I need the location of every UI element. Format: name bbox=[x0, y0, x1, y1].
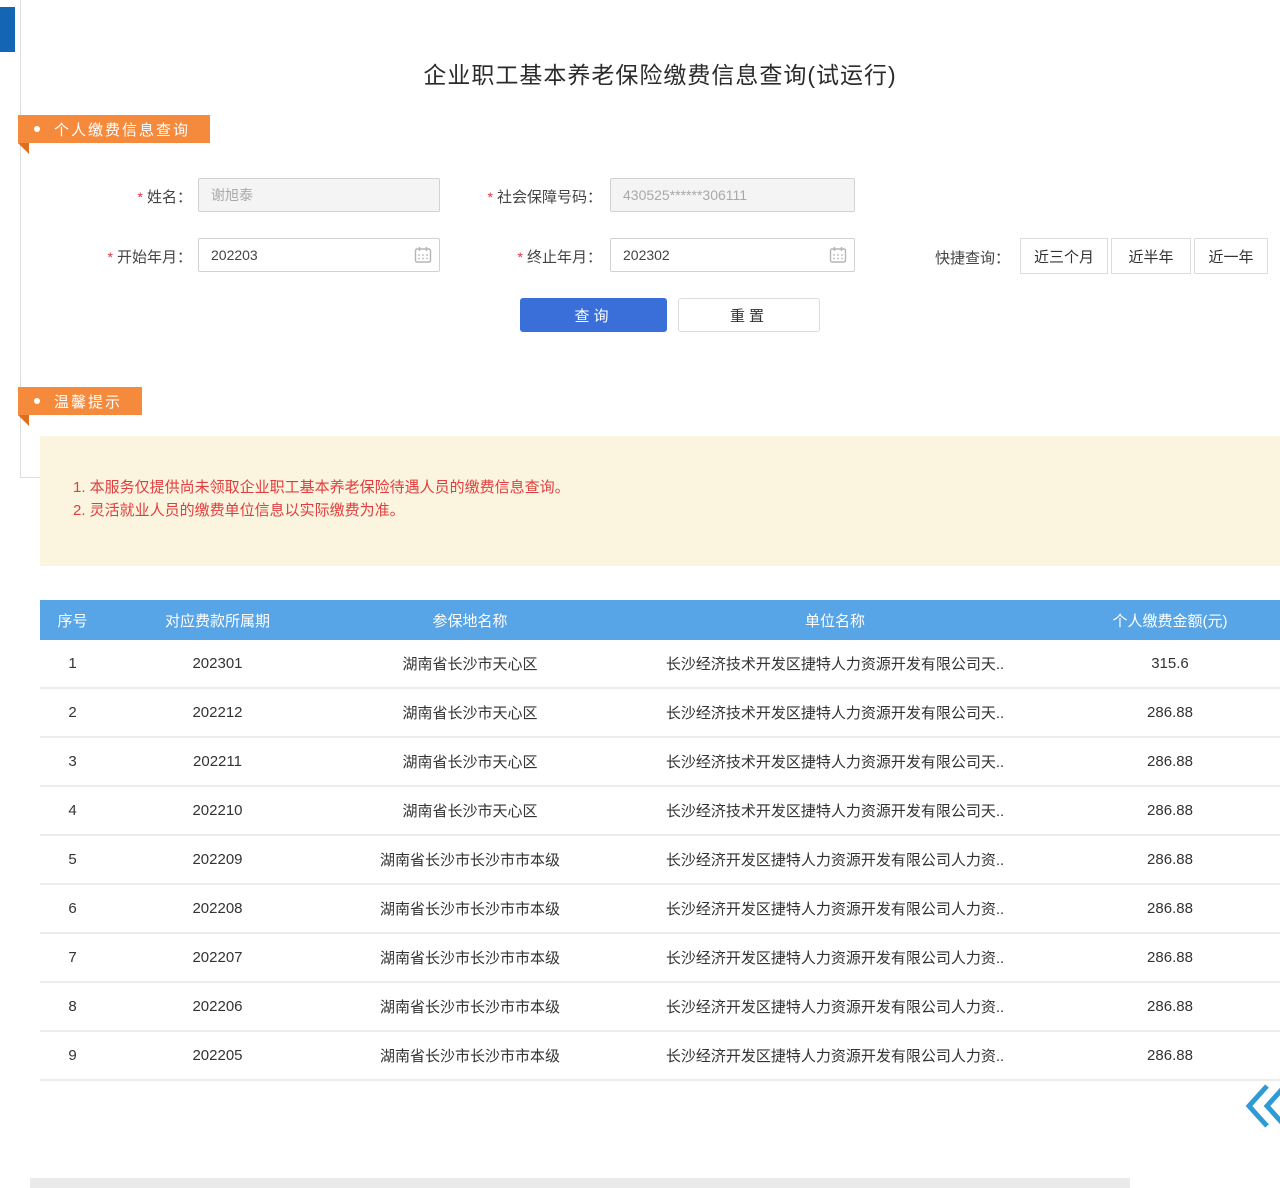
col-header-amount: 个人缴费金额(元) bbox=[1060, 610, 1280, 631]
required-asterisk: * bbox=[518, 249, 523, 265]
cell-seq: 5 bbox=[40, 851, 105, 868]
cell-region: 湖南省长沙市天心区 bbox=[330, 653, 610, 674]
cell-company: 长沙经济开发区捷特人力资源开发有限公司人力资.. bbox=[610, 996, 1060, 1017]
page-title: 企业职工基本养老保险缴费信息查询(试运行) bbox=[40, 56, 1280, 90]
quick-option-one-year[interactable]: 近一年 bbox=[1194, 238, 1268, 274]
footer-strip bbox=[30, 1178, 1130, 1188]
sidebar-collapsed-tab[interactable] bbox=[0, 7, 15, 52]
cell-amount: 286.88 bbox=[1060, 704, 1280, 721]
cell-region: 湖南省长沙市长沙市市本级 bbox=[330, 849, 610, 870]
table-row[interactable]: 2 202212 湖南省长沙市天心区 长沙经济技术开发区捷特人力资源开发有限公司… bbox=[40, 689, 1280, 738]
cell-amount: 286.88 bbox=[1060, 753, 1280, 770]
cell-region: 湖南省长沙市长沙市市本级 bbox=[330, 947, 610, 968]
cell-seq: 7 bbox=[40, 949, 105, 966]
cell-company: 长沙经济技术开发区捷特人力资源开发有限公司天.. bbox=[610, 653, 1060, 674]
tips-notice-box: 1. 本服务仅提供尚未领取企业职工基本养老保险待遇人员的缴费信息查询。 2. 灵… bbox=[40, 436, 1280, 566]
table-row[interactable]: 1 202301 湖南省长沙市天心区 长沙经济技术开发区捷特人力资源开发有限公司… bbox=[40, 640, 1280, 689]
table-row[interactable]: 7 202207 湖南省长沙市长沙市市本级 长沙经济开发区捷特人力资源开发有限公… bbox=[40, 934, 1280, 983]
start-date-label: *开始年月： bbox=[80, 246, 192, 267]
cell-seq: 8 bbox=[40, 998, 105, 1015]
cell-region: 湖南省长沙市长沙市市本级 bbox=[330, 996, 610, 1017]
cell-amount: 286.88 bbox=[1060, 802, 1280, 819]
table-row[interactable]: 9 202205 湖南省长沙市长沙市市本级 长沙经济开发区捷特人力资源开发有限公… bbox=[40, 1032, 1280, 1081]
tip-line: 2. 灵活就业人员的缴费单位信息以实际缴费为准。 bbox=[73, 499, 1260, 522]
name-input bbox=[198, 178, 440, 212]
table-row[interactable]: 6 202208 湖南省长沙市长沙市市本级 长沙经济开发区捷特人力资源开发有限公… bbox=[40, 885, 1280, 934]
quick-option-3-months[interactable]: 近三个月 bbox=[1020, 238, 1108, 274]
required-asterisk: * bbox=[108, 249, 113, 265]
table-row[interactable]: 3 202211 湖南省长沙市天心区 长沙经济技术开发区捷特人力资源开发有限公司… bbox=[40, 738, 1280, 787]
required-asterisk: * bbox=[488, 189, 493, 205]
cell-amount: 286.88 bbox=[1060, 949, 1280, 966]
cell-period: 202211 bbox=[105, 753, 330, 770]
cell-company: 长沙经济技术开发区捷特人力资源开发有限公司天.. bbox=[610, 702, 1060, 723]
cell-period: 202209 bbox=[105, 851, 330, 868]
query-button[interactable]: 查询 bbox=[520, 298, 667, 332]
panel-bottom-border bbox=[20, 477, 42, 478]
cell-amount: 286.88 bbox=[1060, 900, 1280, 917]
cell-company: 长沙经济开发区捷特人力资源开发有限公司人力资.. bbox=[610, 947, 1060, 968]
section-header-tips: 温馨提示 bbox=[18, 387, 142, 415]
quick-option-half-year[interactable]: 近半年 bbox=[1111, 238, 1191, 274]
end-date-input[interactable] bbox=[610, 238, 855, 272]
ribbon-fold bbox=[18, 143, 29, 154]
cell-period: 202205 bbox=[105, 1047, 330, 1064]
cell-amount: 286.88 bbox=[1060, 998, 1280, 1015]
table-row[interactable]: 5 202209 湖南省长沙市长沙市市本级 长沙经济开发区捷特人力资源开发有限公… bbox=[40, 836, 1280, 885]
cell-region: 湖南省长沙市天心区 bbox=[330, 702, 610, 723]
cell-company: 长沙经济开发区捷特人力资源开发有限公司人力资.. bbox=[610, 1045, 1060, 1066]
cell-region: 湖南省长沙市长沙市市本级 bbox=[330, 898, 610, 919]
cell-period: 202206 bbox=[105, 998, 330, 1015]
cell-period: 202212 bbox=[105, 704, 330, 721]
cell-amount: 315.6 bbox=[1060, 655, 1280, 672]
col-header-region: 参保地名称 bbox=[330, 610, 610, 631]
table-row[interactable]: 8 202206 湖南省长沙市长沙市市本级 长沙经济开发区捷特人力资源开发有限公… bbox=[40, 983, 1280, 1032]
required-asterisk: * bbox=[138, 189, 143, 205]
cell-amount: 286.88 bbox=[1060, 1047, 1280, 1064]
table-header-row: 序号 对应费款所属期 参保地名称 单位名称 个人缴费金额(元) bbox=[40, 600, 1280, 640]
ssn-input bbox=[610, 178, 855, 212]
cell-region: 湖南省长沙市长沙市市本级 bbox=[330, 1045, 610, 1066]
cell-seq: 3 bbox=[40, 753, 105, 770]
name-label: *姓名： bbox=[80, 186, 192, 207]
cell-region: 湖南省长沙市天心区 bbox=[330, 800, 610, 821]
table-row[interactable]: 4 202210 湖南省长沙市天心区 长沙经济技术开发区捷特人力资源开发有限公司… bbox=[40, 787, 1280, 836]
bullet-icon bbox=[34, 126, 40, 132]
cell-amount: 286.88 bbox=[1060, 851, 1280, 868]
tip-line: 1. 本服务仅提供尚未领取企业职工基本养老保险待遇人员的缴费信息查询。 bbox=[73, 476, 1260, 499]
cell-seq: 1 bbox=[40, 655, 105, 672]
start-date-input[interactable] bbox=[198, 238, 440, 272]
ssn-label: *社会保障号码： bbox=[450, 186, 602, 207]
cell-region: 湖南省长沙市天心区 bbox=[330, 751, 610, 772]
cell-seq: 9 bbox=[40, 1047, 105, 1064]
bullet-icon bbox=[34, 398, 40, 404]
cell-period: 202301 bbox=[105, 655, 330, 672]
cell-seq: 2 bbox=[40, 704, 105, 721]
cell-period: 202207 bbox=[105, 949, 330, 966]
cell-period: 202210 bbox=[105, 802, 330, 819]
cell-seq: 4 bbox=[40, 802, 105, 819]
payment-table: 序号 对应费款所属期 参保地名称 单位名称 个人缴费金额(元) 1 202301… bbox=[40, 600, 1280, 1081]
table-body: 1 202301 湖南省长沙市天心区 长沙经济技术开发区捷特人力资源开发有限公司… bbox=[40, 640, 1280, 1081]
ribbon-fold bbox=[18, 415, 29, 426]
section-label: 个人缴费信息查询 bbox=[54, 119, 190, 140]
reset-button[interactable]: 重置 bbox=[678, 298, 820, 332]
section-label: 温馨提示 bbox=[54, 391, 122, 412]
cell-company: 长沙经济技术开发区捷特人力资源开发有限公司天.. bbox=[610, 800, 1060, 821]
col-header-seq: 序号 bbox=[40, 610, 105, 631]
cell-seq: 6 bbox=[40, 900, 105, 917]
cell-company: 长沙经济开发区捷特人力资源开发有限公司人力资.. bbox=[610, 849, 1060, 870]
cell-company: 长沙经济技术开发区捷特人力资源开发有限公司天.. bbox=[610, 751, 1060, 772]
cell-company: 长沙经济开发区捷特人力资源开发有限公司人力资.. bbox=[610, 898, 1060, 919]
end-date-label: *终止年月： bbox=[490, 246, 602, 267]
cell-period: 202208 bbox=[105, 900, 330, 917]
collapse-panel-icon[interactable] bbox=[1243, 1082, 1280, 1130]
col-header-period: 对应费款所属期 bbox=[105, 610, 330, 631]
section-header-personal-query: 个人缴费信息查询 bbox=[18, 115, 210, 143]
quick-query-label: 快捷查询： bbox=[935, 247, 1010, 268]
col-header-company: 单位名称 bbox=[610, 610, 1060, 631]
